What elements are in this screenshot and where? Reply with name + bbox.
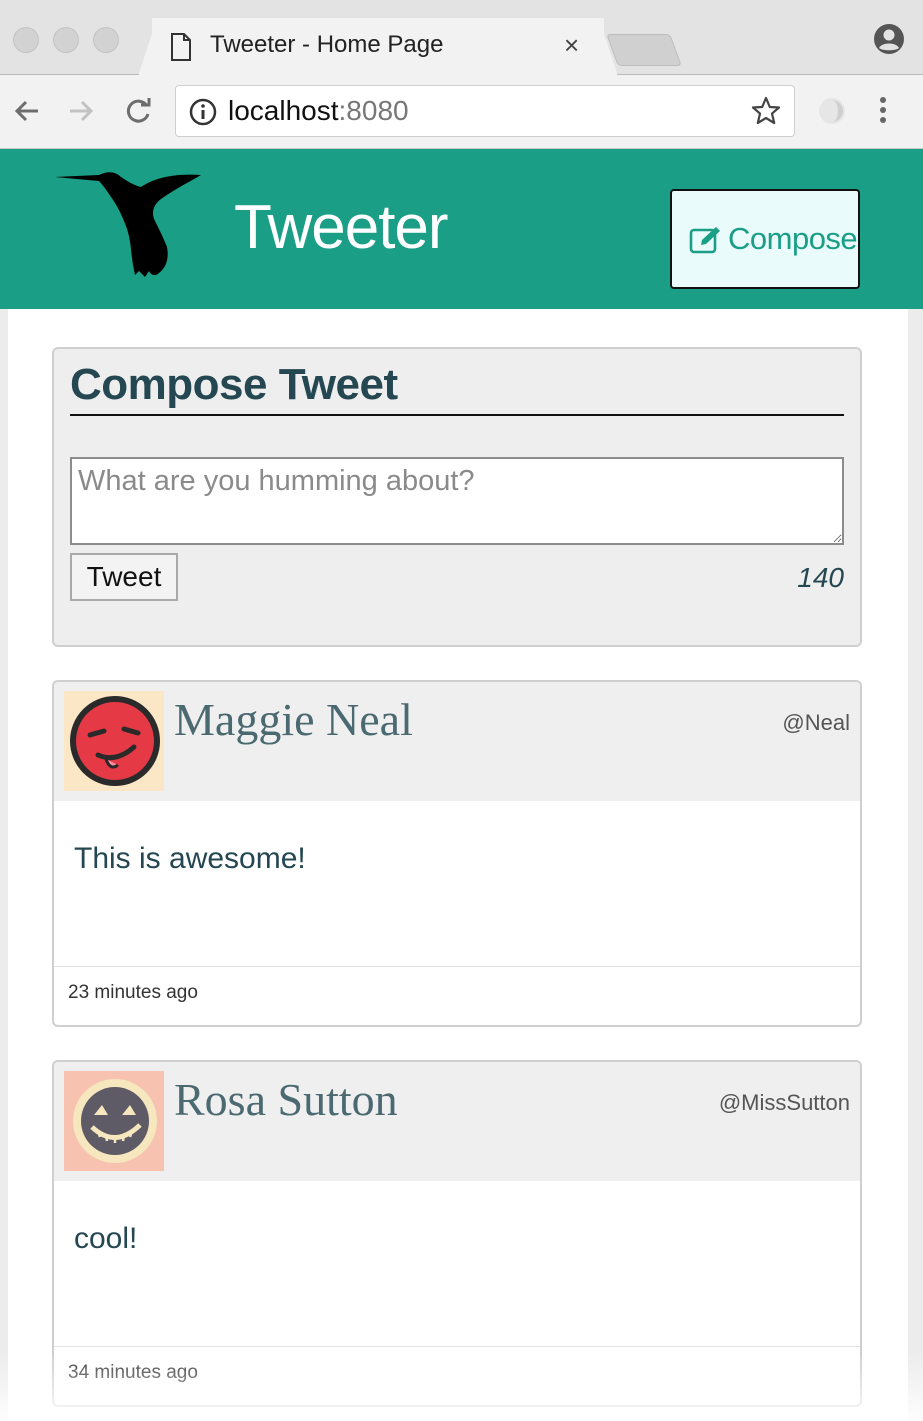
tweet-footer-divider xyxy=(54,966,860,967)
url-port: :8080 xyxy=(338,95,409,126)
menu-icon[interactable] xyxy=(878,96,888,131)
star-icon[interactable] xyxy=(751,96,781,131)
tweet-timestamp: 23 minutes ago xyxy=(68,982,198,1003)
hummingbird-logo-icon xyxy=(55,167,205,286)
new-tab-button[interactable] xyxy=(606,34,682,66)
url-host: localhost xyxy=(228,95,339,126)
page-icon xyxy=(170,33,192,66)
tweet-author-handle: @MissSutton xyxy=(718,1090,850,1115)
tweet-submit-button[interactable]: Tweet xyxy=(70,553,178,601)
info-icon[interactable] xyxy=(189,98,217,131)
compose-heading-divider xyxy=(70,414,844,416)
tweet-content: This is awesome! xyxy=(74,842,306,875)
page-margin-left xyxy=(0,309,8,1421)
page-margin-right xyxy=(908,309,923,1421)
profile-icon[interactable] xyxy=(873,23,905,60)
tweet-footer-divider xyxy=(54,1346,860,1347)
tweet-text-input[interactable] xyxy=(70,457,844,545)
compose-tweet-heading: Compose Tweet xyxy=(70,360,398,409)
url-text[interactable]: localhost:8080 xyxy=(228,95,409,127)
edit-icon xyxy=(689,225,723,260)
compose-toggle-button[interactable]: Compose xyxy=(670,189,860,289)
reload-icon[interactable] xyxy=(123,96,153,131)
compose-button-label: Compose xyxy=(728,221,858,256)
tweet-author-handle: @Neal xyxy=(782,710,850,735)
avatar xyxy=(64,1071,164,1171)
window-zoom-button[interactable] xyxy=(93,27,119,53)
character-counter: 140 xyxy=(797,562,844,593)
tab-title: Tweeter - Home Page xyxy=(210,31,444,58)
tweet-timestamp: 34 minutes ago xyxy=(68,1362,198,1383)
window-minimize-button[interactable] xyxy=(53,27,79,53)
back-icon[interactable] xyxy=(12,96,42,131)
window-close-button[interactable] xyxy=(13,27,39,53)
avatar xyxy=(64,691,164,791)
tab-close-icon[interactable]: × xyxy=(564,30,579,60)
forward-icon[interactable] xyxy=(66,96,96,131)
extension-icon[interactable] xyxy=(815,96,849,131)
tweet-content: cool! xyxy=(74,1222,138,1255)
tweet-author-name: Maggie Neal xyxy=(174,694,413,745)
app-brand-title: Tweeter xyxy=(234,193,449,262)
tweet-card: Rosa Sutton @MissSutton cool! 34 minutes… xyxy=(52,1060,862,1407)
tweet-card: Maggie Neal @Neal This is awesome! 23 mi… xyxy=(52,680,862,1027)
tweet-author-name: Rosa Sutton xyxy=(174,1074,398,1125)
